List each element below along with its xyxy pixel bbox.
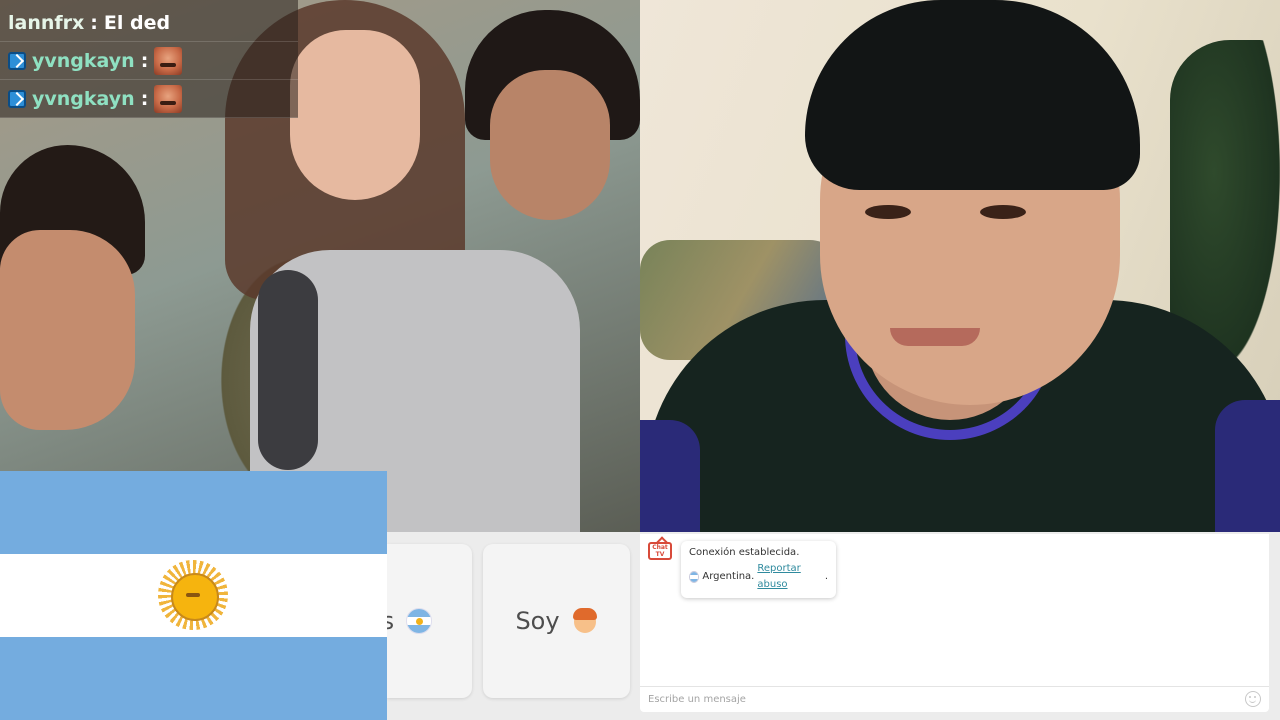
- chat-separator: :: [90, 11, 98, 34]
- video-chat-app: lannfrx : El ded yvngkayn : yvngkayn : S…: [0, 0, 1280, 720]
- emoji-icon[interactable]: [1245, 691, 1261, 707]
- argentina-flag-overlay: [0, 471, 387, 720]
- chat-panel: Chat TV Conexión establecida. Argentina.…: [640, 534, 1269, 712]
- chat-separator: :: [140, 49, 149, 72]
- message-input[interactable]: [648, 694, 1238, 705]
- country-label: Argentina.: [702, 571, 755, 582]
- report-abuse-link[interactable]: Reportar abuso: [757, 561, 821, 593]
- argentina-flag-icon: [689, 571, 700, 583]
- rank-icon: [8, 89, 26, 108]
- connection-status: Conexión establecida.: [689, 547, 800, 558]
- emote-icon: [154, 84, 183, 113]
- gender-filter-label: Soy: [515, 607, 560, 635]
- report-suffix: .: [824, 571, 828, 582]
- gender-filter-button[interactable]: Soy: [483, 544, 630, 698]
- chat-message: yvngkayn :: [0, 42, 298, 80]
- chat-username: yvngkayn: [32, 49, 135, 72]
- rank-icon: [8, 51, 26, 70]
- chat-message: lannfrx : El ded: [0, 0, 298, 42]
- chat-message: yvngkayn :: [0, 80, 298, 118]
- message-input-bar: [640, 686, 1269, 712]
- person-icon: [572, 607, 598, 635]
- chat-username: yvngkayn: [32, 87, 135, 110]
- chat-separator: :: [140, 87, 149, 110]
- sun-of-may-icon: [158, 560, 228, 630]
- chat-tv-logo-icon: Chat TV: [648, 542, 672, 560]
- system-message-bubble: Conexión establecida. Argentina. Reporta…: [681, 541, 836, 598]
- argentina-flag-icon: [406, 608, 433, 634]
- chat-username: lannfrx: [8, 11, 85, 34]
- emote-icon: [154, 46, 183, 75]
- country-filter-button[interactable]: ís: [375, 544, 472, 698]
- self-video: [640, 0, 1280, 532]
- stream-chat-overlay: lannfrx : El ded yvngkayn : yvngkayn :: [0, 0, 298, 118]
- chat-text: El ded: [103, 11, 171, 34]
